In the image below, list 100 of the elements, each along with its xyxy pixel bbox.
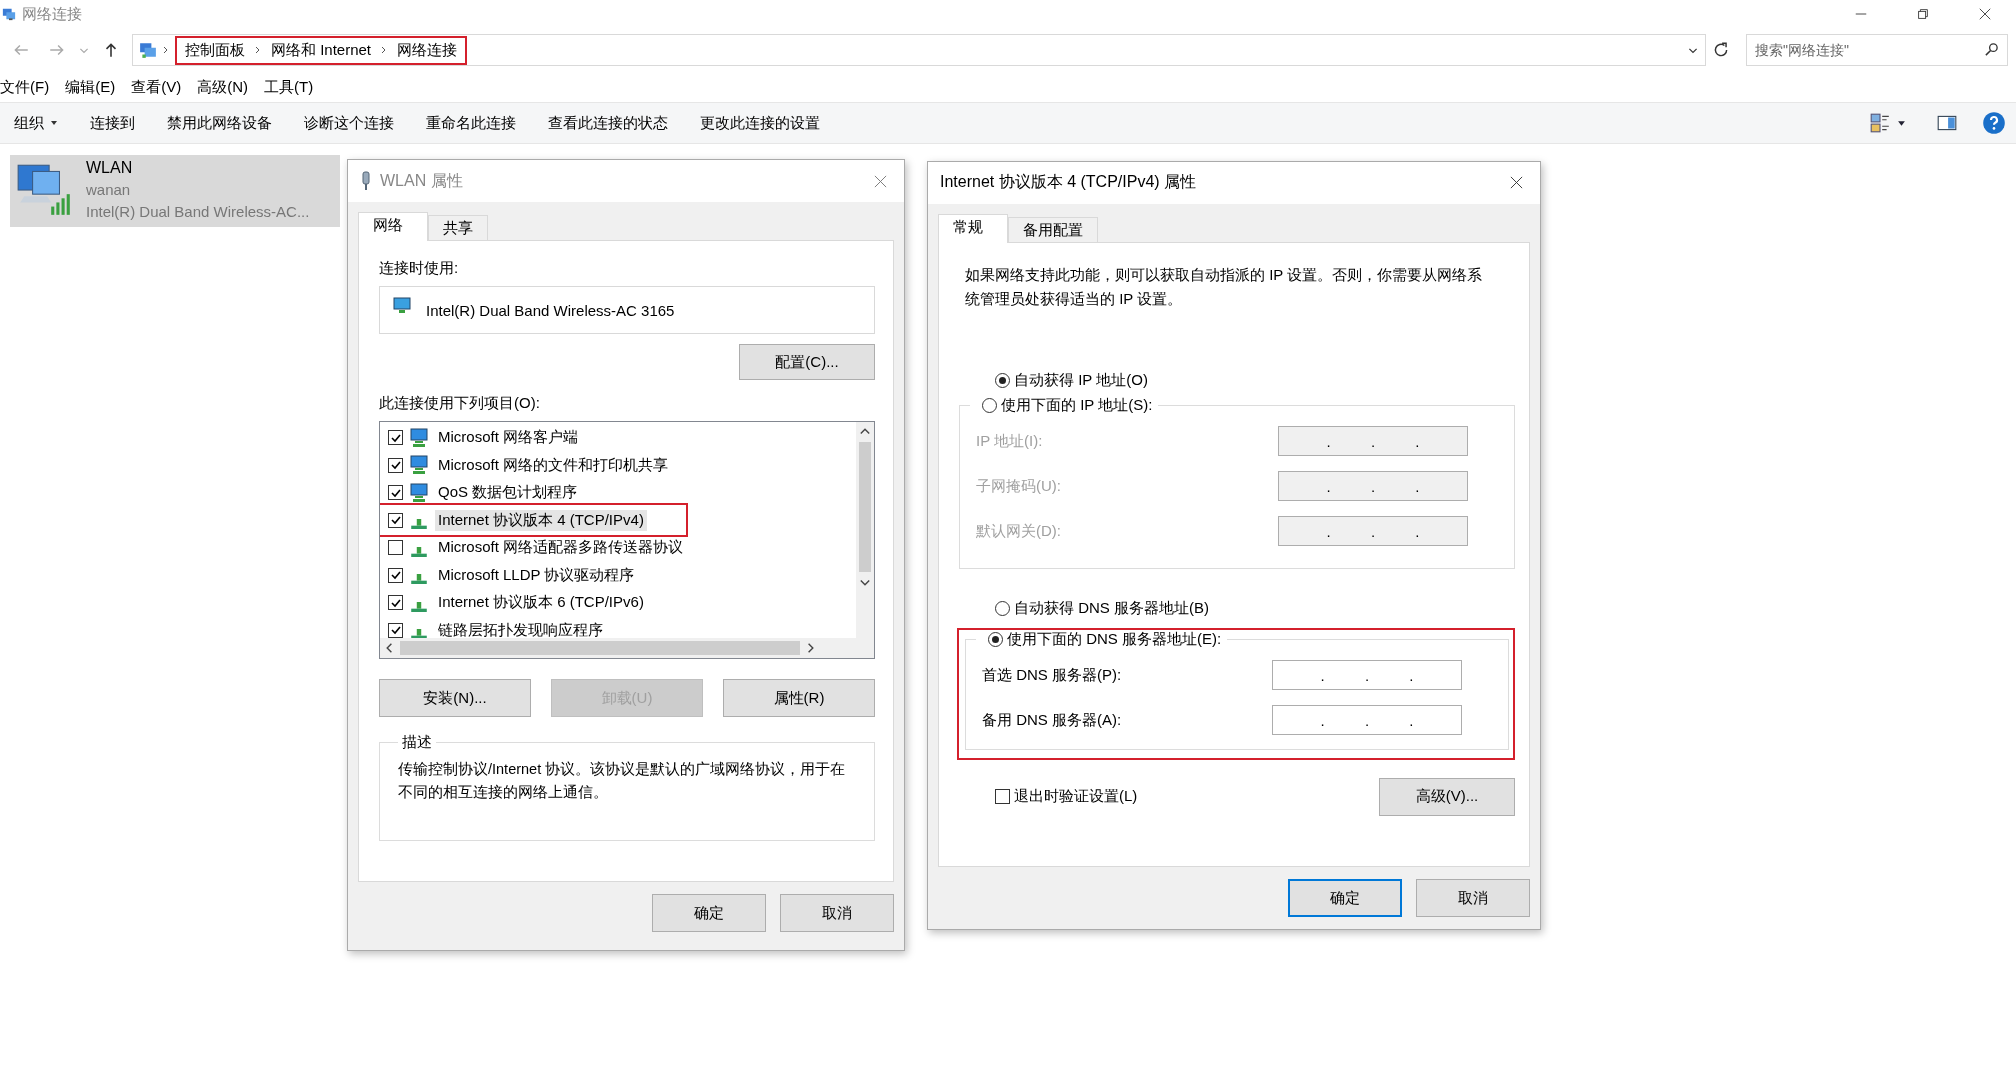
ip-address-field[interactable]: . . . [1272, 660, 1462, 691]
menu-item[interactable]: 高级(N) [197, 77, 248, 97]
list-item[interactable]: Microsoft 网络的文件和打印机共享 [435, 454, 671, 476]
protocol-icon [411, 574, 427, 585]
checkbox[interactable] [388, 567, 403, 583]
computer-icon [409, 427, 429, 448]
radio-button[interactable] [982, 397, 997, 413]
window-title: 网络连接 [22, 4, 82, 24]
checkbox[interactable] [388, 512, 403, 528]
close-icon[interactable] [1978, 7, 1992, 21]
checkbox[interactable] [388, 457, 403, 473]
field-label: 备用 DNS 服务器(A): [982, 710, 1122, 730]
checkbox[interactable] [388, 540, 403, 556]
address-bar[interactable]: 控制面板 网络和 Internet 网络连接 [132, 34, 1706, 66]
list-item[interactable]: 链路层拓扑发现响应程序 [435, 619, 606, 638]
list-item[interactable]: Internet 协议版本 6 (TCP/IPv6) [435, 592, 647, 614]
connection-name: WLAN [86, 158, 134, 178]
vertical-scrollbar[interactable] [856, 422, 874, 638]
scroll-thumb[interactable] [859, 442, 871, 572]
toolbar-button[interactable]: 诊断这个连接 [294, 107, 416, 139]
field-label: 首选 DNS 服务器(P): [982, 665, 1122, 685]
ip-address-field[interactable]: . . . [1272, 705, 1462, 736]
field-label: 子网掩码(U): [976, 476, 1061, 496]
radio-button[interactable] [995, 372, 1010, 388]
field-label: IP 地址(I): [976, 431, 1043, 451]
configure-button[interactable]: 配置(C)... [739, 344, 875, 380]
tab[interactable]: 网络 [358, 212, 428, 241]
connection-item[interactable]: WLAN wanan Intel(R) Dual Band Wireless-AC... [10, 155, 340, 227]
advanced-button[interactable]: 高级(V)... [1379, 777, 1515, 816]
radio-label[interactable]: 使用下面的 IP 地址(S): [1001, 395, 1153, 415]
menu-item[interactable]: 工具(T) [264, 77, 314, 97]
refresh-icon[interactable] [1712, 41, 1730, 59]
close-icon[interactable] [1509, 175, 1524, 191]
items-label: 此连接使用下列项目(O): [379, 394, 541, 413]
checkbox[interactable] [388, 485, 403, 501]
view-options-icon[interactable] [1869, 112, 1891, 134]
breadcrumb[interactable]: 网络和 Internet [271, 40, 372, 60]
list-item[interactable]: Internet 协议版本 4 (TCP/IPv4) [435, 509, 647, 531]
menu-item[interactable]: 查看(V) [131, 77, 182, 97]
caret-icon[interactable] [1897, 118, 1906, 128]
protocol-icon [411, 519, 427, 530]
radio-label[interactable]: 使用下面的 DNS 服务器地址(E): [1007, 629, 1222, 649]
radio-label[interactable]: 自动获得 DNS 服务器地址(B) [1014, 598, 1209, 618]
computer-icon [409, 455, 429, 476]
computer-icon [409, 482, 429, 503]
checkbox[interactable] [388, 622, 403, 638]
protocol-icon [411, 546, 427, 557]
toolbar-button[interactable]: 禁用此网络设备 [157, 107, 294, 139]
toolbar-button[interactable]: 组织 [4, 107, 80, 139]
search-icon [1984, 42, 1999, 57]
adapter-name: Intel(R) Dual Band Wireless-AC 3165 [426, 301, 675, 319]
tab[interactable]: 共享 [428, 215, 488, 241]
dialog-title: Internet 协议版本 4 (TCP/IPv4) 属性 [940, 172, 1197, 193]
checkbox-label[interactable]: 退出时验证设置(L) [1014, 787, 1138, 807]
toolbar-button[interactable]: 连接到 [80, 107, 157, 139]
list-item[interactable]: Microsoft LLDP 协议驱动程序 [435, 564, 638, 586]
network-name: wanan [86, 180, 132, 200]
toolbar-button[interactable]: 查看此连接的状态 [538, 107, 690, 139]
menu-item[interactable]: 编辑(E) [65, 77, 116, 97]
dialog-title: WLAN 属性 [380, 170, 463, 191]
toolbar-button[interactable]: 重命名此连接 [416, 107, 538, 139]
scroll-thumb[interactable] [400, 641, 800, 655]
checkbox[interactable] [388, 595, 403, 611]
dialog-button[interactable]: 确定 [1288, 879, 1402, 917]
description-text: 传输控制协议/Internet 协议。该协议是默认的广域网络协议，用于在不同的相互连接的网络上通信。 [398, 760, 847, 802]
connect-using-label: 连接时使用: [379, 259, 460, 278]
help-icon[interactable] [1982, 111, 2006, 135]
breadcrumb[interactable]: 网络连接 [397, 40, 458, 60]
restore-icon[interactable] [1916, 7, 1930, 21]
network-adapter-icon [392, 296, 412, 316]
adapter-name: Intel(R) Dual Band Wireless-AC... [86, 202, 310, 222]
caret-icon [50, 119, 58, 127]
action-button[interactable]: 安装(N)... [379, 679, 531, 717]
breadcrumb[interactable]: 控制面板 [185, 40, 245, 60]
field-label: 默认网关(D): [976, 521, 1061, 541]
radio-button[interactable] [995, 600, 1010, 616]
tab[interactable]: 常规 [938, 213, 1008, 243]
list-item[interactable]: QoS 数据包计划程序 [435, 482, 581, 504]
intro-text: 如果网络支持此功能，则可以获取自动指派的 IP 设置。否则，你需要从网络系统管理员处获得适当的 IP 设置。 [965, 264, 1484, 309]
network-folder-icon [2, 7, 16, 21]
dialog-button[interactable]: 取消 [780, 894, 894, 932]
adapter-icon [360, 171, 372, 191]
list-item[interactable]: Microsoft 网络适配器多路传送器协议 [435, 537, 686, 559]
checkbox[interactable] [388, 430, 403, 446]
dialog-button[interactable]: 取消 [1416, 879, 1530, 917]
search-field[interactable]: 搜索"网络连接" [1746, 34, 2008, 66]
tab[interactable]: 备用配置 [1008, 216, 1098, 243]
list-item[interactable]: Microsoft 网络客户端 [435, 427, 581, 449]
horizontal-scrollbar[interactable] [380, 638, 856, 658]
checkbox[interactable] [995, 789, 1010, 805]
radio-label[interactable]: 自动获得 IP 地址(O) [1014, 370, 1148, 390]
protocol-icon [411, 601, 427, 612]
toolbar-button[interactable]: 更改此连接的设置 [690, 107, 842, 139]
action-button[interactable]: 属性(R) [723, 679, 875, 717]
radio-button[interactable] [988, 631, 1003, 647]
menu-item[interactable]: 文件(F) [0, 77, 50, 97]
protocol-icon [411, 629, 427, 638]
group-legend: 描述 [398, 733, 436, 752]
dialog-button[interactable]: 确定 [652, 894, 766, 932]
network-folder-icon [139, 41, 157, 59]
